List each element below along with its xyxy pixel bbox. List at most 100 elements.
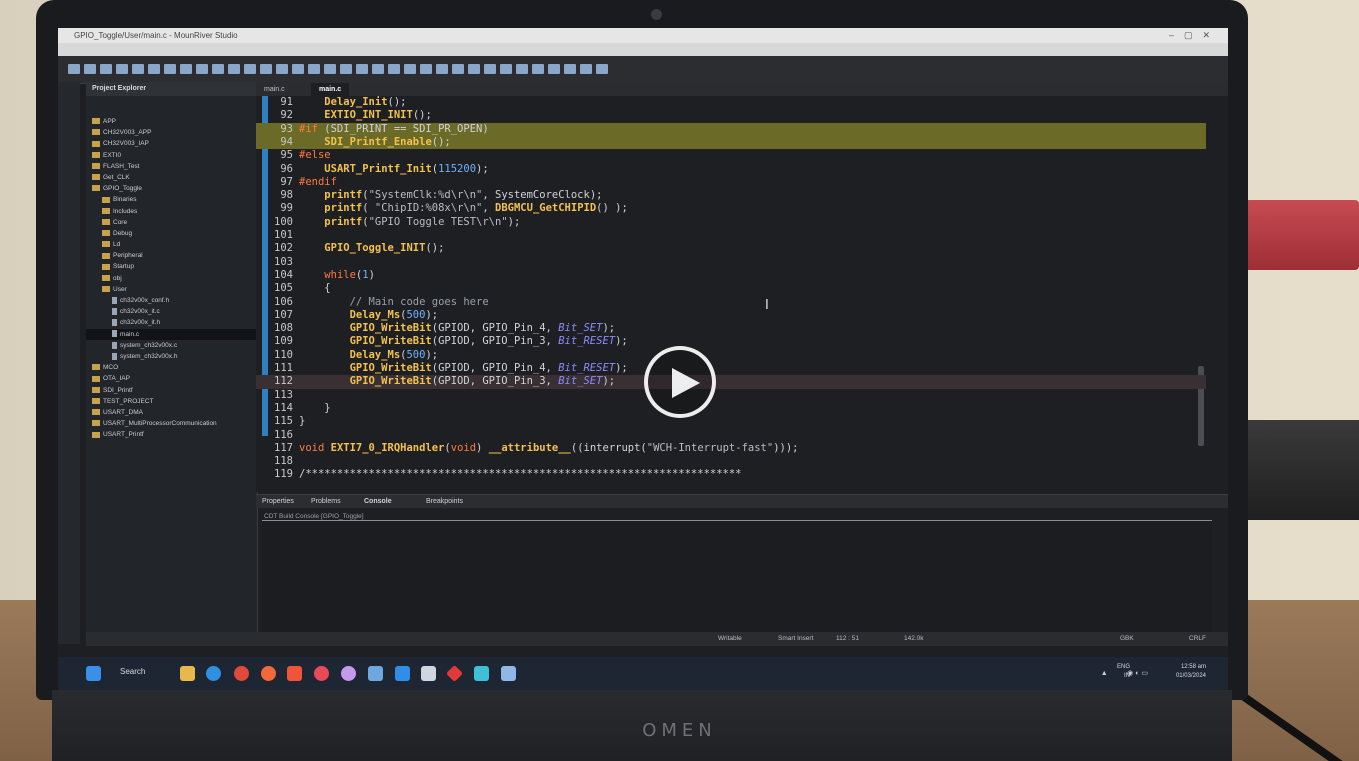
project-explorer-tab[interactable]: Project Explorer (86, 82, 257, 96)
start-icon[interactable] (86, 666, 101, 681)
code-line[interactable]: 102 GPIO_Toggle_INIT(); (256, 242, 1206, 255)
toolbar-button-icon[interactable] (404, 64, 416, 74)
code-line[interactable]: 92 EXTIO_INT_INIT(); (256, 109, 1206, 122)
editor-tab-active[interactable]: main.c (311, 83, 350, 96)
code-line[interactable]: 103 (256, 256, 1206, 269)
tree-item[interactable]: Startup (86, 261, 257, 272)
tree-item[interactable]: ch32v00x_it.c (86, 306, 257, 317)
tree-item[interactable]: SDI_Printf (86, 385, 257, 396)
file-explorer-icon[interactable] (180, 666, 195, 681)
code-line[interactable]: 116 (256, 429, 1206, 442)
toolbar-button-icon[interactable] (564, 64, 576, 74)
code-line[interactable]: 118 (256, 455, 1206, 468)
tray-clock[interactable]: 12:58 am 01/03/2024 (1176, 663, 1206, 681)
tree-item[interactable]: EXTI0 (86, 150, 257, 161)
console-output[interactable] (262, 520, 1212, 644)
tree-item[interactable]: CH32V003_IAP (86, 138, 257, 149)
tree-item[interactable]: MCO (86, 362, 257, 373)
code-line[interactable]: 100 printf("GPIO Toggle TEST\r\n"); (256, 216, 1206, 229)
toolbar-button-icon[interactable] (100, 64, 112, 74)
toolbar-button-icon[interactable] (484, 64, 496, 74)
status-memory[interactable]: 142.0k (904, 632, 924, 646)
tree-item[interactable]: system_ch32v00x.h (86, 351, 257, 362)
code-line[interactable]: 113 (256, 389, 1206, 402)
settings-icon[interactable] (368, 666, 383, 681)
tree-item[interactable]: Ld (86, 239, 257, 250)
toolbar-button-icon[interactable] (596, 64, 608, 74)
notepad-icon[interactable] (421, 666, 436, 681)
vscode-icon[interactable] (395, 666, 410, 681)
code-line[interactable]: 105 { (256, 282, 1206, 295)
toolbar-button-icon[interactable] (356, 64, 368, 74)
app-icon[interactable] (341, 666, 356, 681)
toolbar-button-icon[interactable] (148, 64, 160, 74)
toolbar-button-icon[interactable] (116, 64, 128, 74)
code-line[interactable]: 91 Delay_Init(); (256, 96, 1206, 109)
mounriver-icon[interactable] (501, 666, 516, 681)
tree-item[interactable]: Includes (86, 206, 257, 217)
code-line[interactable]: 110 Delay_Ms(500); (256, 349, 1206, 362)
edge-icon[interactable] (206, 666, 221, 681)
code-line[interactable]: 104 while(1) (256, 269, 1206, 282)
toolbar-button-icon[interactable] (292, 64, 304, 74)
menu-bar[interactable] (58, 43, 1228, 56)
toolbar-button-icon[interactable] (164, 64, 176, 74)
chrome-icon[interactable] (234, 666, 249, 681)
toolbar-button-icon[interactable] (212, 64, 224, 74)
tray-language[interactable]: ENG IN (1117, 663, 1130, 681)
toolbar-button-icon[interactable] (340, 64, 352, 74)
toolbar-button-icon[interactable] (420, 64, 432, 74)
toolbar-button-icon[interactable] (228, 64, 240, 74)
opera-icon[interactable] (314, 666, 329, 681)
tree-item[interactable]: ch32v00x_conf.h (86, 295, 257, 306)
code-line[interactable]: 94 SDI_Printf_Enable(); (256, 135, 1206, 150)
toolbar-button-icon[interactable] (452, 64, 464, 74)
toolbar-button-icon[interactable] (388, 64, 400, 74)
code-line[interactable]: 112 GPIO_WriteBit(GPIOD, GPIO_Pin_3, Bit… (256, 375, 1206, 389)
tree-item[interactable]: Binaries (86, 194, 257, 205)
brave-icon[interactable] (287, 666, 302, 681)
tab-breakpoints[interactable]: Breakpoints (426, 495, 463, 509)
toolbar-button-icon[interactable] (372, 64, 384, 74)
tree-item[interactable]: GPIO_Toggle (86, 183, 257, 194)
code-line[interactable]: 117 void EXTI7_0_IRQHandler(void) __attri… (256, 442, 1206, 455)
code-line[interactable]: 107 Delay_Ms(500); (256, 309, 1206, 322)
toolbar-button-icon[interactable] (84, 64, 96, 74)
code-editor[interactable]: 91 Delay_Init(); 92 EXTIO_INT_INIT(); 93 #i… (256, 96, 1214, 492)
tree-item[interactable]: USART_Printf (86, 429, 257, 440)
toolbar-button-icon[interactable] (532, 64, 544, 74)
tree-item[interactable]: system_ch32v00x.c (86, 340, 257, 351)
tree-item[interactable]: CH32V003_APP (86, 127, 257, 138)
tree-item[interactable]: User (86, 284, 257, 295)
tree-item[interactable]: USART_DMA (86, 407, 257, 418)
toolbar-button-icon[interactable] (516, 64, 528, 74)
tree-item[interactable]: Core (86, 217, 257, 228)
code-line[interactable]: 115} (256, 415, 1206, 428)
tree-item[interactable]: Peripheral (86, 250, 257, 261)
code-line[interactable]: 106 // Main code goes here (256, 296, 1206, 309)
code-line[interactable]: 101 (256, 229, 1206, 242)
toolbar-button-icon[interactable] (548, 64, 560, 74)
tree-item[interactable]: OTA_IAP (86, 373, 257, 384)
tree-item[interactable]: FLASH_Test (86, 161, 257, 172)
tree-item[interactable]: APP (86, 116, 257, 127)
tree-item[interactable]: obj (86, 273, 257, 284)
toolbar-button-icon[interactable] (580, 64, 592, 74)
tab-problems[interactable]: Problems (311, 495, 341, 509)
toolbar-button-icon[interactable] (436, 64, 448, 74)
code-line[interactable]: 108 GPIO_WriteBit(GPIOD, GPIO_Pin_4, Bit… (256, 322, 1206, 335)
editor-tab-1[interactable]: main.c (256, 83, 293, 96)
toolbar-button-icon[interactable] (196, 64, 208, 74)
tree-item[interactable]: USART_MultiProcessorCommunication (86, 418, 257, 429)
tree-item[interactable]: ch32v00x_it.h (86, 317, 257, 328)
code-line[interactable]: 114 } (256, 402, 1206, 415)
firefox-icon[interactable] (261, 666, 276, 681)
toolbar-button-icon[interactable] (180, 64, 192, 74)
tree-item[interactable]: Debug (86, 228, 257, 239)
toolbar-button-icon[interactable] (324, 64, 336, 74)
play-button[interactable] (644, 346, 716, 418)
tree-item[interactable]: main.c (86, 328, 257, 340)
toolbar-button-icon[interactable] (260, 64, 272, 74)
code-line[interactable]: 109 GPIO_WriteBit(GPIOD, GPIO_Pin_3, Bit… (256, 335, 1206, 348)
code-line[interactable]: 111 GPIO_WriteBit(GPIOD, GPIO_Pin_4, Bit… (256, 362, 1206, 375)
